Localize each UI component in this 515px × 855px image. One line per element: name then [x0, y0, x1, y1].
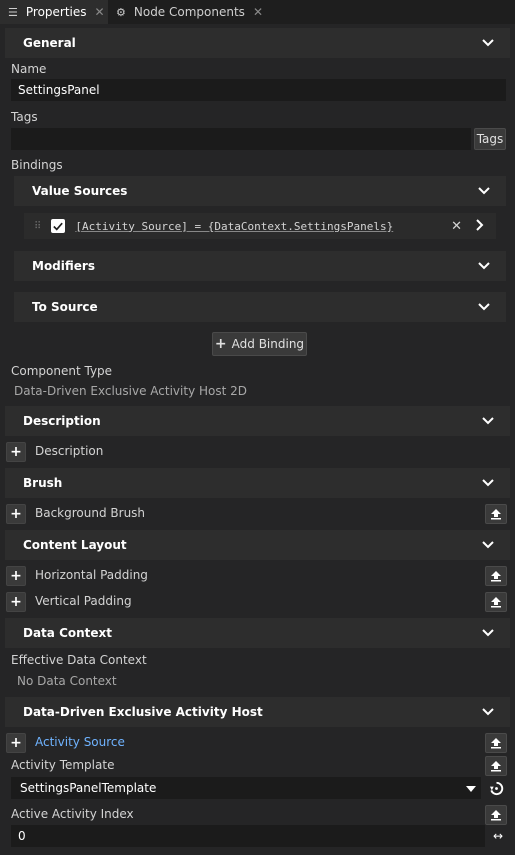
add-description-button[interactable]: + [6, 442, 26, 462]
binding-checkbox[interactable] [51, 219, 66, 233]
section-description-title: Description [23, 414, 101, 428]
add-vertical-padding-button[interactable]: + [6, 592, 26, 612]
active-activity-index-label: Active Activity Index [11, 807, 134, 821]
tab-node-components-label: Node Components [133, 5, 245, 19]
chevron-down-icon[interactable] [476, 183, 492, 199]
active-activity-index-value: 0 [18, 829, 26, 843]
add-background-brush-button[interactable]: + [6, 504, 26, 524]
nodes-icon: ⚙ [116, 5, 126, 19]
section-brush-title: Brush [23, 476, 63, 490]
binding-row[interactable]: ⠿ [Activity Source] = {DataContext.Setti… [24, 213, 496, 239]
to-source-header[interactable]: To Source [14, 292, 506, 322]
active-activity-index-field[interactable]: 0 [11, 825, 485, 847]
component-type-value: Data-Driven Exclusive Activity Host 2D [14, 384, 247, 398]
tags-label: Tags [11, 110, 38, 124]
close-icon[interactable]: ✕ [253, 5, 263, 19]
add-binding-label: Add Binding [231, 337, 305, 351]
section-data-driven-exclusive-activity-host[interactable]: Data-Driven Exclusive Activity Host [5, 697, 510, 727]
horizontal-padding-label: Horizontal Padding [35, 568, 148, 582]
activity-template-select[interactable]: SettingsPanelTemplate [11, 777, 481, 799]
chevron-right-icon[interactable] [476, 218, 484, 234]
tags-button-label: Tags [476, 132, 504, 146]
chevron-down-icon[interactable] [476, 258, 492, 274]
plus-icon: + [214, 336, 227, 352]
value-sources-title: Value Sources [32, 184, 128, 198]
section-data-context-title: Data Context [23, 626, 113, 640]
plus-icon: + [10, 506, 22, 522]
upload-icon[interactable] [485, 592, 507, 612]
tab-properties-label: Properties [25, 5, 87, 19]
upload-icon[interactable] [485, 756, 507, 776]
plus-icon: + [10, 735, 22, 751]
tab-node-components[interactable]: ⚙ Node Components ✕ [108, 0, 268, 24]
section-content-layout-title: Content Layout [23, 538, 127, 552]
upload-icon[interactable] [485, 504, 507, 524]
to-source-title: To Source [32, 300, 98, 314]
name-field[interactable]: SettingsPanel [11, 79, 506, 101]
section-content-layout[interactable]: Content Layout [5, 530, 510, 560]
vertical-padding-label: Vertical Padding [35, 594, 132, 608]
list-icon: ☰ [8, 5, 18, 19]
tags-button[interactable]: Tags [474, 128, 506, 150]
remove-binding-icon[interactable]: ✕ [451, 219, 462, 234]
activity-template-label: Activity Template [11, 758, 115, 772]
activity-source-link[interactable]: Activity Source [35, 735, 125, 749]
plus-icon: + [10, 444, 22, 460]
chevron-down-icon[interactable] [480, 625, 496, 641]
upload-icon[interactable] [485, 566, 507, 586]
name-value: SettingsPanel [18, 83, 100, 97]
tab-properties[interactable]: ☰ Properties ✕ [0, 0, 108, 24]
section-general[interactable]: General [5, 28, 510, 58]
add-binding-button[interactable]: + Add Binding [212, 332, 307, 356]
activity-template-value: SettingsPanelTemplate [20, 781, 157, 795]
plus-icon: + [10, 568, 22, 584]
drag-handle-icon[interactable]: ⠿ [34, 221, 41, 232]
plus-icon: + [10, 594, 22, 610]
description-label: Description [35, 444, 104, 458]
chevron-down-icon[interactable] [480, 35, 496, 51]
section-description[interactable]: Description [5, 406, 510, 436]
chevron-down-icon[interactable] [480, 704, 496, 720]
dropdown-arrow-icon[interactable] [466, 781, 476, 795]
upload-icon[interactable] [485, 805, 507, 825]
chevron-down-icon[interactable] [480, 475, 496, 491]
effective-data-context-value: No Data Context [17, 674, 117, 688]
component-type-label: Component Type [11, 364, 113, 378]
drag-resize-icon[interactable]: ↔ [487, 828, 509, 844]
close-icon[interactable]: ✕ [95, 5, 105, 19]
value-sources-header[interactable]: Value Sources [14, 176, 506, 206]
reset-icon[interactable] [487, 779, 505, 797]
binding-expression[interactable]: [Activity Source] = {DataContext.Setting… [75, 220, 393, 233]
section-general-title: General [23, 36, 76, 50]
tags-field[interactable] [11, 128, 471, 150]
section-brush[interactable]: Brush [5, 468, 510, 498]
upload-icon[interactable] [485, 733, 507, 753]
chevron-down-icon[interactable] [480, 413, 496, 429]
effective-data-context-label: Effective Data Context [11, 653, 147, 667]
modifiers-header[interactable]: Modifiers [14, 251, 506, 281]
add-horizontal-padding-button[interactable]: + [6, 566, 26, 586]
modifiers-title: Modifiers [32, 259, 95, 273]
chevron-down-icon[interactable] [476, 299, 492, 315]
bindings-label: Bindings [11, 158, 63, 172]
section-data-context[interactable]: Data Context [5, 618, 510, 648]
add-activity-source-button[interactable]: + [6, 733, 26, 753]
name-label: Name [11, 62, 47, 76]
chevron-down-icon[interactable] [480, 537, 496, 553]
background-brush-label: Background Brush [35, 506, 146, 520]
section-ddeah-title: Data-Driven Exclusive Activity Host [23, 705, 263, 719]
